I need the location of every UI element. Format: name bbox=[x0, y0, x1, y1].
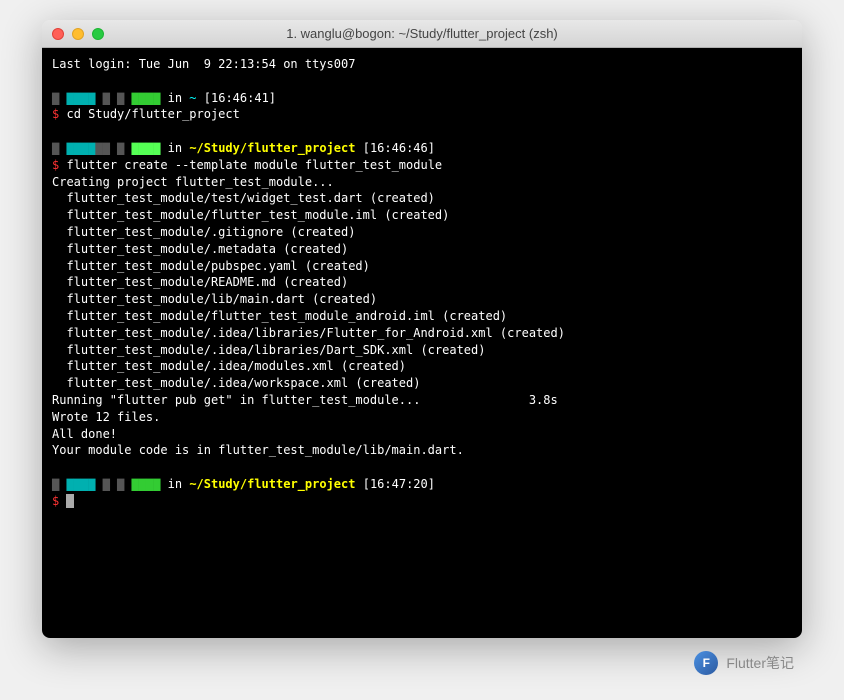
output-line: Creating project flutter_test_module... bbox=[52, 174, 792, 191]
output-line: flutter_test_module/.idea/modules.xml (c… bbox=[52, 358, 792, 375]
output-line: Your module code is in flutter_test_modu… bbox=[52, 442, 792, 459]
prompt-line-2: ▇ ▇▇▇▇▇▇ ▇ ▇▇▇▇ in ~/Study/flutter_proje… bbox=[52, 140, 792, 157]
prompt-time: [16:47:20] bbox=[363, 477, 435, 491]
prompt-time: [16:46:46] bbox=[363, 141, 435, 155]
prompt-segment: ▇ ▇ bbox=[95, 477, 131, 491]
prompt-segment: ▇ ▇ bbox=[95, 91, 131, 105]
last-login-line: Last login: Tue Jun 9 22:13:54 on ttys00… bbox=[52, 56, 792, 73]
maximize-button[interactable] bbox=[92, 28, 104, 40]
output-line: flutter_test_module/test/widget_test.dar… bbox=[52, 190, 792, 207]
blank-line bbox=[52, 459, 792, 476]
output-line: flutter_test_module/.idea/libraries/Dart… bbox=[52, 342, 792, 359]
prompt-segment: ▇▇▇▇ bbox=[66, 477, 95, 491]
output-line: flutter_test_module/flutter_test_module.… bbox=[52, 207, 792, 224]
output-line: Running "flutter pub get" in flutter_tes… bbox=[52, 392, 792, 409]
output-line: Wrote 12 files. bbox=[52, 409, 792, 426]
output-line: flutter_test_module/pubspec.yaml (create… bbox=[52, 258, 792, 275]
command-line-2: $ flutter create --template module flutt… bbox=[52, 157, 792, 174]
prompt-segment: ▇▇▇▇ bbox=[66, 91, 95, 105]
prompt-segment: ▇ bbox=[52, 141, 66, 155]
output-line: flutter_test_module/README.md (created) bbox=[52, 274, 792, 291]
prompt-segment: ▇ bbox=[52, 91, 66, 105]
output-line: flutter_test_module/.idea/workspace.xml … bbox=[52, 375, 792, 392]
prompt-path: ~/Study/flutter_project bbox=[189, 141, 355, 155]
prompt-in: in bbox=[168, 141, 182, 155]
prompt-in: in bbox=[168, 477, 182, 491]
flutter-icon: F bbox=[694, 651, 718, 675]
window-title: 1. wanglu@bogon: ~/Study/flutter_project… bbox=[52, 26, 792, 41]
prompt-path: ~/Study/flutter_project bbox=[189, 477, 355, 491]
prompt-line-3: ▇ ▇▇▇▇ ▇ ▇ ▇▇▇▇ in ~/Study/flutter_proje… bbox=[52, 476, 792, 493]
prompt-segment: ▇▇▇▇ bbox=[131, 141, 160, 155]
cursor bbox=[66, 494, 74, 508]
terminal-body[interactable]: Last login: Tue Jun 9 22:13:54 on ttys00… bbox=[42, 48, 802, 638]
prompt-segment: ▇ bbox=[52, 477, 66, 491]
output-line: flutter_test_module/.idea/libraries/Flut… bbox=[52, 325, 792, 342]
output-line: flutter_test_module/flutter_test_module_… bbox=[52, 308, 792, 325]
output-line: flutter_test_module/lib/main.dart (creat… bbox=[52, 291, 792, 308]
terminal-window: 1. wanglu@bogon: ~/Study/flutter_project… bbox=[42, 20, 802, 638]
blank-line bbox=[52, 123, 792, 140]
traffic-lights bbox=[52, 28, 104, 40]
output-line: flutter_test_module/.gitignore (created) bbox=[52, 224, 792, 241]
prompt-segment: ▇▇▇▇ bbox=[131, 477, 160, 491]
close-button[interactable] bbox=[52, 28, 64, 40]
command-text: flutter create --template module flutter… bbox=[66, 158, 442, 172]
command-line-3: $ bbox=[52, 493, 792, 510]
output-line: flutter_test_module/.metadata (created) bbox=[52, 241, 792, 258]
prompt-dollar: $ bbox=[52, 158, 59, 172]
prompt-dollar: $ bbox=[52, 107, 59, 121]
prompt-line-1: ▇ ▇▇▇▇ ▇ ▇ ▇▇▇▇ in ~ [16:46:41] bbox=[52, 90, 792, 107]
minimize-button[interactable] bbox=[72, 28, 84, 40]
prompt-segment: ▇▇▇▇ bbox=[66, 141, 95, 155]
watermark: F Flutter笔记 bbox=[694, 651, 794, 675]
prompt-path: ~ bbox=[189, 91, 196, 105]
command-line-1: $ cd Study/flutter_project bbox=[52, 106, 792, 123]
prompt-time: [16:46:41] bbox=[204, 91, 276, 105]
watermark-text: Flutter笔记 bbox=[726, 653, 794, 673]
command-text: cd Study/flutter_project bbox=[66, 107, 239, 121]
prompt-segment: ▇▇▇▇ bbox=[131, 91, 167, 105]
prompt-dollar: $ bbox=[52, 494, 59, 508]
title-bar: 1. wanglu@bogon: ~/Study/flutter_project… bbox=[42, 20, 802, 48]
prompt-in: in bbox=[168, 91, 182, 105]
output-line: All done! bbox=[52, 426, 792, 443]
prompt-segment: ▇▇ ▇ bbox=[95, 141, 131, 155]
blank-line bbox=[52, 73, 792, 90]
